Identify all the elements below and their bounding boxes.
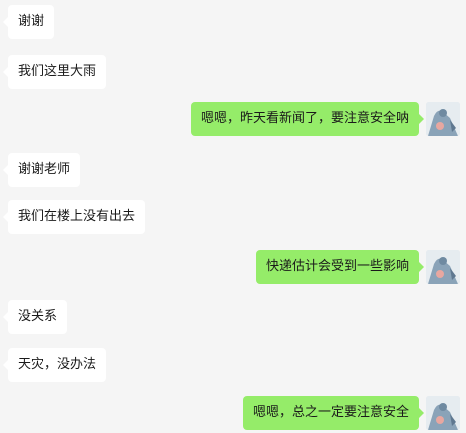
message-text: 快递估计会受到一些影响 xyxy=(265,259,409,274)
message-outgoing[interactable]: 嗯嗯，总之一定要注意安全 xyxy=(242,396,425,430)
message-text: 没关系 xyxy=(18,309,58,324)
chat-window: 谢谢 我们这里大雨 嗯嗯，昨天看新闻了，要注意安全呐 谢谢老师 我们在楼上没有出… xyxy=(0,0,466,433)
message-outgoing[interactable]: 嗯嗯，昨天看新闻了，要注意安全呐 xyxy=(190,102,425,136)
cartoon-character-avatar-icon xyxy=(426,396,460,430)
message-incoming[interactable]: 我们在楼上没有出去 xyxy=(2,200,146,234)
message-incoming[interactable]: 谢谢老师 xyxy=(2,153,81,187)
message-incoming[interactable]: 谢谢 xyxy=(2,5,55,39)
message-text: 谢谢老师 xyxy=(18,162,71,177)
message-incoming[interactable]: 没关系 xyxy=(2,300,68,334)
message-text: 嗯嗯，昨天看新闻了，要注意安全呐 xyxy=(200,111,409,126)
message-incoming[interactable]: 天灾，没办法 xyxy=(2,348,107,382)
message-incoming[interactable]: 我们这里大雨 xyxy=(2,55,107,89)
cartoon-character-avatar-icon xyxy=(426,250,460,284)
message-text: 谢谢 xyxy=(18,14,45,29)
message-outgoing[interactable]: 快递估计会受到一些影响 xyxy=(255,250,425,284)
user-avatar[interactable] xyxy=(426,396,460,430)
message-text: 嗯嗯，总之一定要注意安全 xyxy=(252,405,409,420)
user-avatar[interactable] xyxy=(426,250,460,284)
user-avatar[interactable] xyxy=(426,102,460,136)
cartoon-character-avatar-icon xyxy=(426,102,460,136)
message-text: 我们这里大雨 xyxy=(18,64,97,79)
message-text: 我们在楼上没有出去 xyxy=(18,209,136,224)
message-text: 天灾，没办法 xyxy=(18,357,97,372)
